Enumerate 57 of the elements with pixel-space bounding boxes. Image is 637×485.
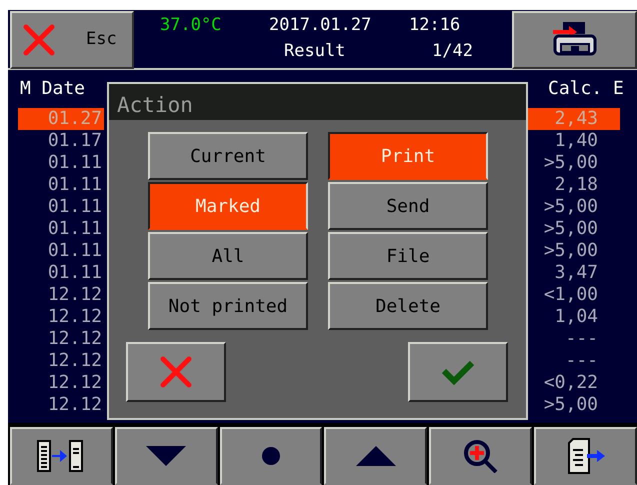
screen-title: Result (284, 40, 346, 63)
date-cell[interactable]: 12.12 (18, 306, 104, 328)
dot-icon (261, 446, 282, 466)
date-cell[interactable]: 01.11 (18, 218, 104, 240)
zoom-in-icon (462, 439, 499, 473)
checkmark-icon (441, 359, 475, 385)
value-cell[interactable]: >5,00 (528, 152, 620, 174)
time-text: 12:16 (409, 14, 460, 37)
value-cell[interactable]: >5,00 (528, 240, 620, 262)
export-button[interactable] (534, 427, 637, 485)
value-cell[interactable]: 1,04 (528, 306, 620, 328)
date-cell[interactable]: 12.12 (18, 284, 104, 306)
date-text: 2017.01.27 (269, 14, 372, 37)
select-button[interactable] (220, 427, 322, 485)
value-cell[interactable]: <1,00 (528, 284, 620, 306)
value-cell[interactable]: --- (528, 350, 620, 372)
view-switch-button[interactable] (10, 427, 113, 485)
date-cell[interactable]: 01.11 (18, 240, 104, 262)
value-cell[interactable]: 1,40 (528, 130, 620, 152)
date-cell[interactable]: 01.11 (18, 196, 104, 218)
cancel-button[interactable] (126, 342, 226, 402)
value-cell[interactable]: >5,00 (528, 218, 620, 240)
print-button[interactable] (512, 11, 637, 69)
date-cell[interactable]: 12.12 (18, 328, 104, 350)
temperature-reading: 37.0°C (160, 14, 222, 37)
scroll-down-button[interactable] (114, 427, 218, 485)
column-header: M Date (20, 78, 86, 100)
scroll-up-button[interactable] (324, 427, 428, 485)
option-button[interactable]: Send (328, 182, 488, 230)
date-cell[interactable]: 12.12 (18, 394, 104, 416)
dialog-title: Action (109, 84, 526, 120)
value-cell[interactable]: <0,22 (528, 372, 620, 394)
value-cell[interactable]: 2,18 (528, 174, 620, 196)
date-cell[interactable]: 01.17 (18, 130, 104, 152)
value-cell[interactable]: >5,00 (528, 196, 620, 218)
option-button[interactable]: Current (148, 132, 308, 180)
confirm-button[interactable] (408, 342, 508, 402)
value-cell[interactable]: 3,47 (528, 262, 620, 284)
escape-button[interactable]: Esc (10, 11, 134, 69)
column-header: Calc. E (548, 78, 624, 100)
down-triangle-icon (146, 446, 186, 466)
date-cell[interactable]: 01.11 (18, 152, 104, 174)
value-cell[interactable]: >5,00 (528, 394, 620, 416)
option-button[interactable]: Not printed (148, 282, 308, 330)
close-icon (159, 355, 193, 389)
date-cell[interactable]: 12.12 (18, 350, 104, 372)
value-cell[interactable]: --- (528, 328, 620, 350)
close-icon (22, 23, 56, 57)
date-cell[interactable]: 01.11 (18, 174, 104, 196)
option-button[interactable]: All (148, 232, 308, 280)
date-cell[interactable]: 01.11 (18, 262, 104, 284)
option-button[interactable]: File (328, 232, 488, 280)
page-counter: 1/42 (432, 40, 473, 63)
up-triangle-icon (356, 446, 396, 466)
date-cell[interactable]: 12.12 (18, 372, 104, 394)
option-button[interactable]: Delete (328, 282, 488, 330)
zoom-in-button[interactable] (429, 427, 532, 485)
